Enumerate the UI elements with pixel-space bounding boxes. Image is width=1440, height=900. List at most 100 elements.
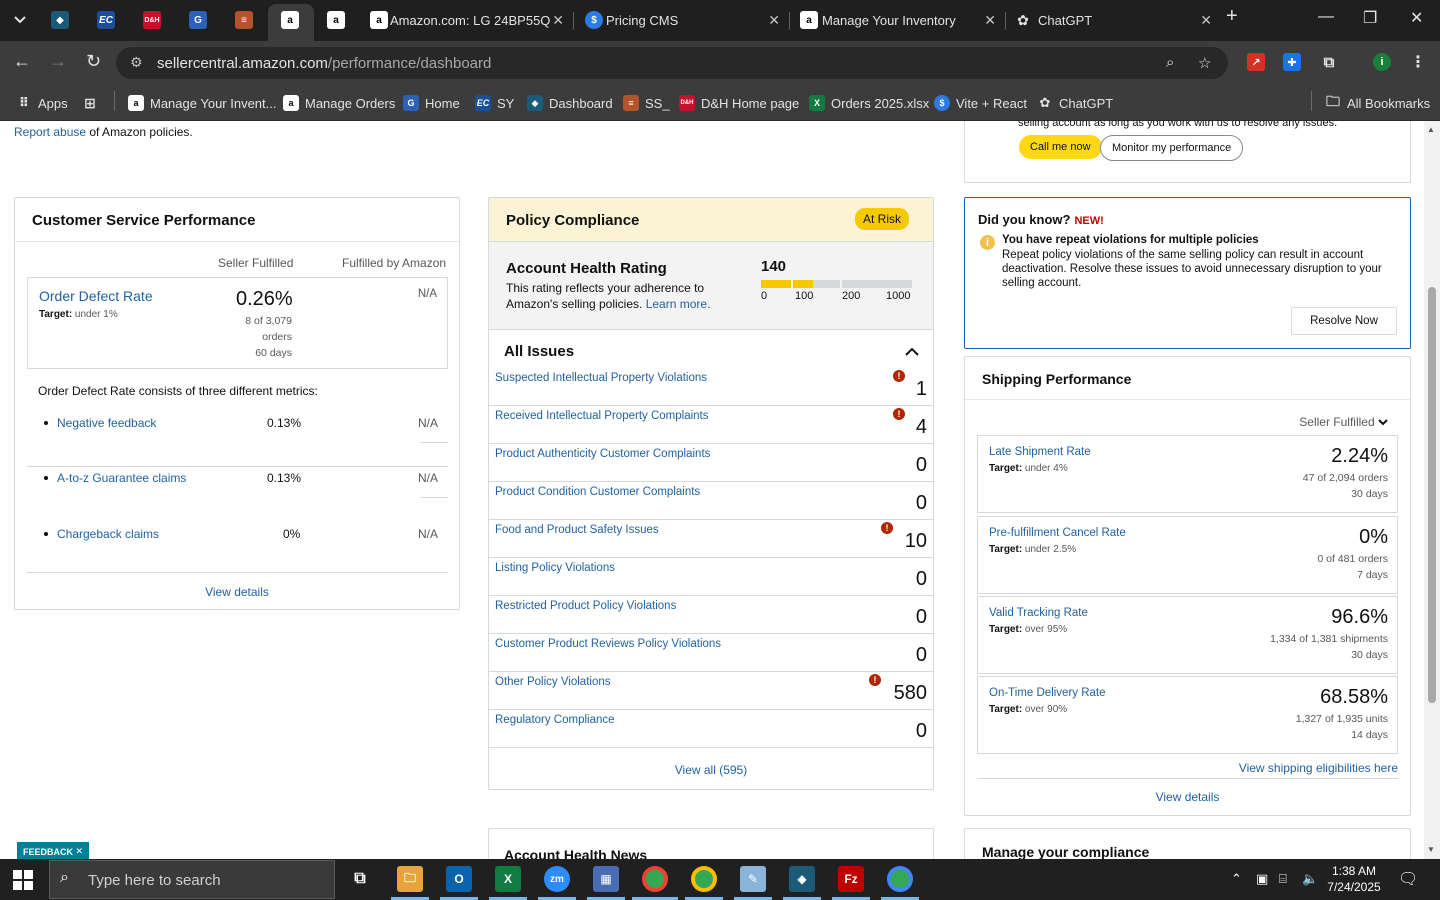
- shipping-metric-link[interactable]: Late Shipment Rate: [989, 446, 1091, 458]
- bookmark-ss[interactable]: ≡ SS_: [623, 92, 670, 114]
- tab-manage-inventory[interactable]: a Manage Your Inventory ✕: [792, 4, 1004, 37]
- restore-icon[interactable]: ❐: [1363, 8, 1377, 28]
- tab-search-button[interactable]: [6, 6, 34, 34]
- shipping-metric-link[interactable]: On-Time Delivery Rate: [989, 687, 1106, 699]
- address-bar[interactable]: ⚙ sellercentral.amazon.com/performance/d…: [116, 47, 1228, 79]
- close-icon[interactable]: ✕: [768, 12, 780, 29]
- forward-arrow-icon[interactable]: →: [49, 51, 67, 72]
- scroll-down-arrow-icon[interactable]: ▼: [1427, 845, 1435, 854]
- feedback-button[interactable]: FEEDBACK ✕: [17, 842, 90, 859]
- all-bookmarks[interactable]: 🗀 All Bookmarks: [1325, 92, 1430, 114]
- bookmark-vite-react[interactable]: $ Vite + React: [934, 92, 1027, 114]
- close-icon[interactable]: ✕: [552, 12, 564, 29]
- bookmark-apps[interactable]: ⠿ Apps: [16, 92, 68, 114]
- chevron-up-icon[interactable]: [905, 343, 919, 359]
- order-defect-rate-link[interactable]: Order Defect Rate: [39, 288, 153, 304]
- extensions-icon[interactable]: ⧉: [1320, 53, 1338, 71]
- issue-link[interactable]: Food and Product Safety Issues: [495, 524, 659, 536]
- tab-chatgpt[interactable]: ✿ ChatGPT ✕: [1008, 4, 1220, 37]
- fulfillment-filter-dropdown[interactable]: Seller Fulfilled: [1299, 415, 1388, 429]
- chrome-icon[interactable]: [642, 866, 668, 892]
- shipping-metric-link[interactable]: Pre-fulfillment Cancel Rate: [989, 527, 1126, 539]
- bookmark-dashboard[interactable]: ◆ Dashboard: [527, 92, 613, 114]
- filezilla-icon[interactable]: Fz: [838, 866, 864, 892]
- network-alert-icon[interactable]: ▣: [1256, 871, 1268, 887]
- issue-link[interactable]: Restricted Product Policy Violations: [495, 600, 676, 612]
- menu-kebab-icon[interactable]: ⋮: [1409, 53, 1427, 71]
- outlook-icon[interactable]: O: [446, 866, 472, 892]
- close-icon[interactable]: ✕: [76, 846, 84, 857]
- zoom-search-icon[interactable]: ⌕: [1166, 54, 1174, 71]
- report-abuse-link[interactable]: Report abuse: [14, 125, 86, 139]
- bookmark-dh-home[interactable]: D&H D&H Home page: [679, 92, 799, 114]
- zoom-icon[interactable]: zm: [544, 866, 570, 892]
- notifications-icon[interactable]: 🗨: [1398, 869, 1418, 889]
- chrome-profile-icon[interactable]: [887, 866, 913, 892]
- notepad-icon[interactable]: ✎: [740, 866, 766, 892]
- issue-link[interactable]: Customer Product Reviews Policy Violatio…: [495, 638, 721, 650]
- tab-amazon-product[interactable]: a Amazon.com: LG 24BP55Q ✕: [360, 4, 572, 37]
- url-text[interactable]: sellercentral.amazon.com/performance/das…: [157, 55, 491, 72]
- issue-link[interactable]: Product Condition Customer Complaints: [495, 486, 700, 498]
- extension-puzzle-blue-icon[interactable]: ✚: [1283, 53, 1301, 71]
- close-window-icon[interactable]: ✕: [1410, 8, 1423, 28]
- metric-link[interactable]: A-to-z Guarantee claims: [57, 471, 186, 485]
- view-all-link[interactable]: View all (595): [489, 763, 933, 777]
- bookmark-manage-orders[interactable]: a Manage Orders: [283, 92, 395, 114]
- metric-link[interactable]: Negative feedback: [57, 416, 156, 430]
- profile-avatar[interactable]: i: [1373, 53, 1391, 71]
- scroll-up-arrow-icon[interactable]: ▲: [1427, 125, 1435, 134]
- issue-link[interactable]: Other Policy Violations: [495, 676, 610, 688]
- tray-overflow-chevron-icon[interactable]: ⌃: [1231, 871, 1242, 887]
- site-settings-icon[interactable]: ⚙: [130, 54, 143, 71]
- taskbar-search-box[interactable]: ⌕ Type here to search: [49, 860, 335, 899]
- bookmark-manage-inventory[interactable]: a Manage Your Invent...: [128, 92, 276, 114]
- network-icon[interactable]: ⌸: [1279, 871, 1287, 887]
- bookmark-chatgpt[interactable]: ✿ ChatGPT: [1037, 92, 1114, 114]
- diamond-app-icon[interactable]: ◆: [789, 866, 815, 892]
- issue-link[interactable]: Listing Policy Violations: [495, 562, 615, 574]
- bookmark-home[interactable]: G Home: [403, 92, 460, 114]
- tab-favicon-ec-icon[interactable]: EC: [97, 11, 115, 29]
- monitor-performance-button[interactable]: Monitor my performance: [1100, 135, 1244, 161]
- excel-icon[interactable]: X: [495, 866, 521, 892]
- system-clock[interactable]: 1:38 AM 7/24/2025: [1326, 863, 1382, 895]
- tab-favicon-amazon-icon[interactable]: a: [281, 11, 299, 29]
- tab-pricing-cms[interactable]: $ Pricing CMS ✕: [576, 4, 788, 37]
- file-explorer-icon[interactable]: 🗀: [397, 866, 423, 892]
- view-details-link[interactable]: View details: [15, 585, 459, 599]
- bookmark-star-icon[interactable]: ☆: [1198, 54, 1211, 72]
- reload-icon[interactable]: ↻: [86, 51, 101, 72]
- vertical-scrollbar[interactable]: ▲ ▼: [1424, 121, 1440, 859]
- scrollbar-thumb[interactable]: [1428, 287, 1436, 703]
- shipping-eligibilities-link[interactable]: View shipping eligibilities here: [1239, 761, 1398, 775]
- minimize-icon[interactable]: —: [1318, 8, 1334, 26]
- tab-favicon-dh-icon[interactable]: D&H: [143, 11, 161, 29]
- volume-icon[interactable]: 🔈: [1302, 871, 1318, 887]
- back-arrow-icon[interactable]: ←: [13, 51, 31, 72]
- metric-link[interactable]: Chargeback claims: [57, 527, 159, 541]
- bookmark-sy[interactable]: EC SY: [475, 92, 514, 114]
- issue-link[interactable]: Received Intellectual Property Complaint…: [495, 410, 709, 422]
- tab-favicon-amazon-icon[interactable]: a: [327, 11, 345, 29]
- calculator-icon[interactable]: ▦: [593, 866, 619, 892]
- call-me-now-button[interactable]: Call me now: [1019, 135, 1102, 159]
- windows-start-icon[interactable]: [13, 870, 33, 890]
- task-view-icon[interactable]: ⧉: [347, 866, 373, 892]
- close-icon[interactable]: ✕: [1200, 12, 1212, 29]
- resolve-now-button[interactable]: Resolve Now: [1291, 307, 1397, 335]
- tab-favicon-diamond-icon[interactable]: ◆: [51, 11, 69, 29]
- extension-arrow-icon[interactable]: ↗: [1247, 53, 1265, 71]
- chrome-icon[interactable]: [691, 866, 717, 892]
- tab-favicon-g-icon[interactable]: G: [189, 11, 207, 29]
- new-tab-plus-icon[interactable]: +: [1226, 5, 1238, 28]
- view-details-link[interactable]: View details: [965, 790, 1410, 804]
- learn-more-link[interactable]: Learn more.: [646, 297, 711, 311]
- issue-link[interactable]: Product Authenticity Customer Complaints: [495, 448, 710, 460]
- tab-favicon-stack-icon[interactable]: ≡: [235, 11, 253, 29]
- bookmark-grid[interactable]: ⊞: [82, 92, 104, 114]
- shipping-metric-link[interactable]: Valid Tracking Rate: [989, 607, 1088, 619]
- issue-link[interactable]: Suspected Intellectual Property Violatio…: [495, 372, 707, 384]
- close-icon[interactable]: ✕: [984, 12, 996, 29]
- issue-link[interactable]: Regulatory Compliance: [495, 714, 615, 726]
